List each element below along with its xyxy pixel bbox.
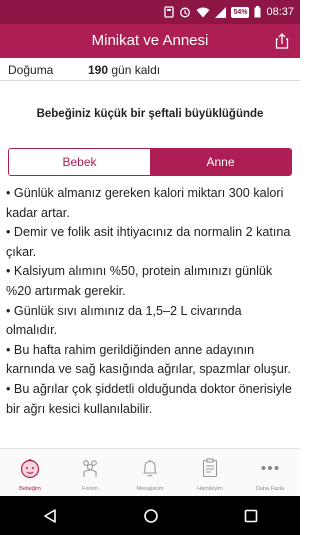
baby-face-icon <box>20 459 40 479</box>
tab-label: Forum <box>82 486 98 492</box>
tab-label: Daha Fazla <box>255 486 285 492</box>
share-icon <box>275 33 289 49</box>
tab-hamileyim[interactable]: Hamileyim <box>180 449 240 496</box>
share-button[interactable] <box>272 31 292 51</box>
list-item-text: Günlük sıvı alımınız da 1,5–2 L civarınd… <box>6 303 242 338</box>
tab-label: Hamileyim <box>197 486 223 492</box>
size-headline: Bebeğiniz küçük bir şeftali büyüklüğünde <box>36 108 264 120</box>
tab-mother[interactable]: Anne <box>150 149 291 175</box>
tab-baby[interactable]: Bebek <box>9 149 150 175</box>
more-icon <box>261 466 279 470</box>
page-title: Minikat ve Annesi <box>91 32 209 49</box>
battery-badge: 54% <box>231 6 250 18</box>
list-item-text: Günlük almanız gereken kalori miktarı 30… <box>6 186 284 220</box>
recents-button[interactable] <box>244 509 258 523</box>
list-item: • Bu hafta rahim gerildiğinden anne aday… <box>6 342 291 377</box>
alarm-icon <box>179 6 191 18</box>
list-item: • Günlük almanız gereken kalori miktarı … <box>6 186 284 220</box>
back-icon <box>44 508 57 523</box>
signal-icon <box>215 6 227 18</box>
list-item: • Bu ağrılar çok şiddetli olduğunda dokt… <box>6 381 292 416</box>
list-item: • Günlük sıvı alımınız da 1,5–2 L civarı… <box>6 303 242 338</box>
list-item-text: Demir ve folik asit ihtiyacınız da norma… <box>6 225 291 259</box>
tab-daha-fazla[interactable]: Daha Fazla <box>240 449 300 496</box>
bottom-tab-bar: Bebeğim Forum Mesajlarım Hamileyim Daha … <box>0 448 300 496</box>
status-icons: 54% 08:37 <box>164 4 294 20</box>
clipboard-icon <box>202 458 218 478</box>
tab-mesajlarim[interactable]: Mesajlarım <box>120 449 180 496</box>
list-item-text: Bu hafta rahim gerildiğinden anne adayın… <box>6 342 291 377</box>
forum-icon <box>83 460 97 477</box>
tab-label: Bebeğim <box>19 486 41 492</box>
mother-info-list: • Günlük almanız gereken kalori miktarı … <box>6 184 294 419</box>
status-bar: 54% 08:37 <box>0 0 300 24</box>
system-nav-bar <box>0 496 300 535</box>
tab-label: Mesajlarım <box>136 486 164 492</box>
baby-mother-toggle: Bebek Anne <box>8 148 292 176</box>
tab-bebegim[interactable]: Bebeğim <box>0 449 60 496</box>
due-days: 190 <box>88 63 109 77</box>
app-bar: Minikat ve Annesi <box>0 24 300 58</box>
due-countdown: Doğuma 190 gün kaldı <box>8 62 292 80</box>
list-item-text: Kalsiyum alımını %50, protein alımınızı … <box>6 264 273 298</box>
recents-icon <box>244 509 257 522</box>
home-button[interactable] <box>143 508 159 524</box>
list-item: • Kalsiyum alımını %50, protein alımınız… <box>6 264 273 298</box>
list-item: • Demir ve folik asit ihtiyacınız da nor… <box>6 225 291 259</box>
wifi-icon <box>196 7 210 18</box>
bell-icon <box>143 459 157 477</box>
notification-icon <box>164 6 175 18</box>
status-time: 08:37 <box>266 6 294 18</box>
tab-forum[interactable]: Forum <box>60 449 120 496</box>
divider <box>0 80 300 81</box>
due-value: 190 gün kaldı <box>88 63 160 77</box>
home-icon <box>144 508 158 523</box>
due-label: Doğuma <box>8 63 54 77</box>
due-suffix: gün kaldı <box>111 63 161 77</box>
back-button[interactable] <box>42 508 58 524</box>
list-item-text: Bu ağrılar çok şiddetli olduğunda doktor… <box>6 381 292 416</box>
battery-icon <box>254 6 261 18</box>
